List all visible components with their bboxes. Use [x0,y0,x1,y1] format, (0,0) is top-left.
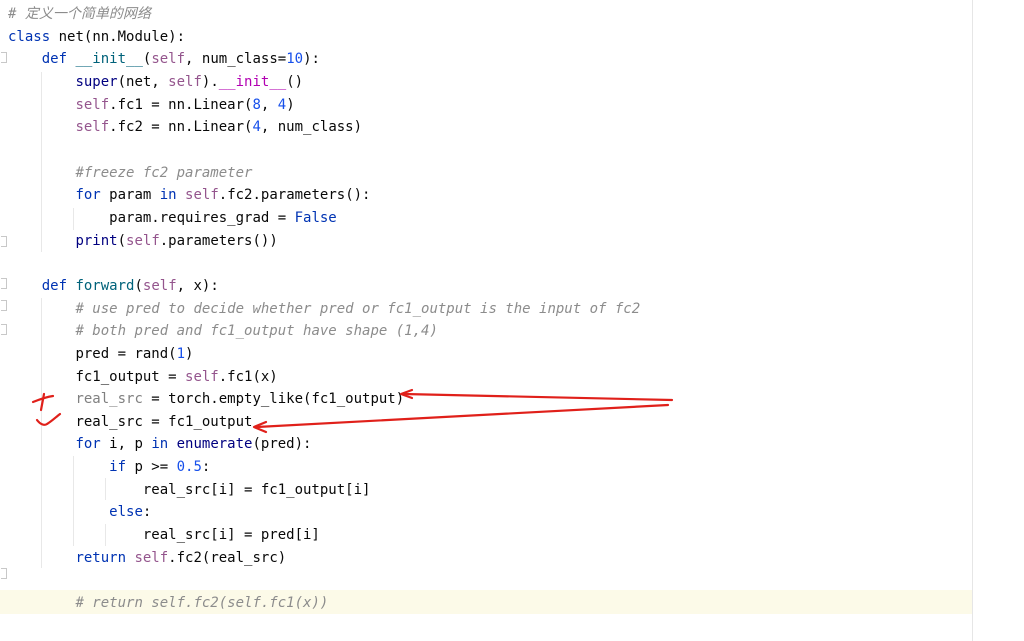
red-annotations [31,388,674,434]
code-editor[interactable]: # 定义一个简单的网络 class net(nn.Module): def __… [0,0,1024,641]
arrow-icon [402,392,674,402]
arrow-icon [255,403,670,429]
check-mark-icon [35,412,62,426]
cross-mark-icon [39,392,46,412]
